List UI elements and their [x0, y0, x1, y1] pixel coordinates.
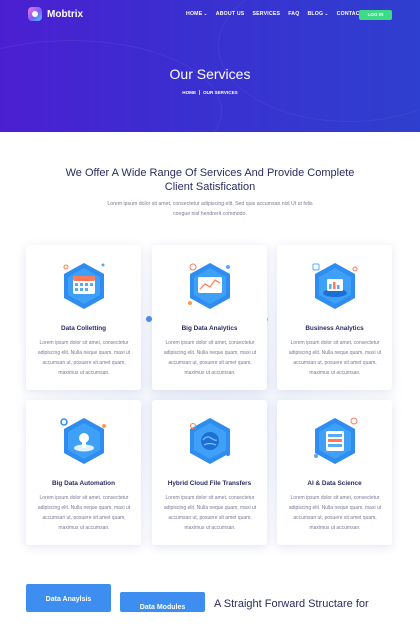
login-button[interactable]: LOG IN	[359, 10, 392, 20]
chevron-down-icon: ⌄	[324, 11, 329, 17]
hero-banner: Mobtrix HOME⌄ ABOUT US SERVICES FAQ BLOG…	[0, 0, 420, 132]
big-data-automation-icon	[60, 418, 106, 464]
section-heading: We Offer A Wide Range Of Services And Pr…	[65, 167, 355, 193]
ai-data-science-icon	[314, 417, 358, 464]
service-title: Business Analytics	[305, 325, 364, 332]
breadcrumb-separator	[199, 90, 201, 95]
service-card-business-analytics[interactable]: Business Analytics Lorem ipsum dolor sit…	[277, 245, 392, 390]
big-data-analytics-icon	[188, 263, 230, 309]
breadcrumb-current: OUR SERVICES	[203, 90, 238, 95]
service-description: Lorem ipsum dolor sit amet, consectetur …	[163, 495, 257, 531]
feature-heading: A Straight Forward Structare for	[214, 598, 369, 610]
service-description: Lorem ipsum dolor sit amet, consectetur …	[37, 495, 131, 531]
business-analytics-icon	[312, 263, 358, 309]
logo-icon	[28, 7, 42, 21]
nav-blog[interactable]: BLOG⌄	[307, 11, 328, 17]
nav-blog-label: BLOG	[307, 11, 324, 17]
nav-contact[interactable]: CONTACT	[337, 11, 363, 17]
service-title: Big Data Automation	[52, 480, 115, 487]
nav-services[interactable]: SERVICES	[252, 11, 280, 17]
service-card-big-data-analytics[interactable]: Big Data Analytics Lorem ipsum dolor sit…	[152, 245, 267, 390]
service-description: Lorem ipsum dolor sit amet, consectetur …	[37, 340, 131, 376]
chevron-down-icon: ⌄	[203, 11, 208, 17]
service-description: Lorem ipsum dolor sit amet, consectetur …	[288, 340, 382, 376]
main-menu: HOME⌄ ABOUT US SERVICES FAQ BLOG⌄ CONTAC…	[186, 11, 363, 17]
tab-data-modules[interactable]: Data Modules	[120, 592, 205, 612]
top-navigation: Mobtrix HOME⌄ ABOUT US SERVICES FAQ BLOG…	[0, 0, 420, 30]
service-description: Lorem ipsum dolor sit amet, consectetur …	[163, 340, 257, 376]
hybrid-cloud-icon	[190, 418, 230, 464]
service-card-ai-data-science[interactable]: AI & Data Science Lorem ipsum dolor sit …	[277, 400, 392, 545]
service-card-data-collecting[interactable]: Data Colletting Lorem ipsum dolor sit am…	[26, 245, 141, 390]
section-description: Lorem ipsum dolor sit amet, consectetur …	[107, 201, 313, 217]
service-card-hybrid-cloud[interactable]: Hybrid Cloud File Transfers Lorem ipsum …	[152, 400, 267, 545]
tab-data-analysis[interactable]: Data Anaylsis	[26, 584, 111, 612]
service-title: Data Colletting	[60, 325, 107, 332]
nav-about[interactable]: ABOUT US	[216, 11, 245, 17]
data-collecting-icon	[63, 263, 105, 309]
brand-logo[interactable]: Mobtrix	[28, 7, 83, 21]
service-title: Hybrid Cloud File Transfers	[167, 480, 252, 487]
nav-home-label: HOME	[186, 11, 203, 17]
brand-name: Mobtrix	[47, 8, 84, 20]
page-title: Our Services	[169, 66, 251, 82]
nav-faq[interactable]: FAQ	[288, 11, 299, 17]
service-card-big-data-automation[interactable]: Big Data Automation Lorem ipsum dolor si…	[26, 400, 141, 545]
service-description: Lorem ipsum dolor sit amet, consectetur …	[288, 495, 382, 531]
breadcrumb-home[interactable]: HOME	[182, 90, 196, 95]
breadcrumb: HOME OUR SERVICES	[0, 90, 420, 95]
service-title: Big Data Analytics	[181, 325, 238, 332]
service-title: AI & Data Science	[307, 480, 362, 487]
nav-home[interactable]: HOME⌄	[186, 11, 208, 17]
